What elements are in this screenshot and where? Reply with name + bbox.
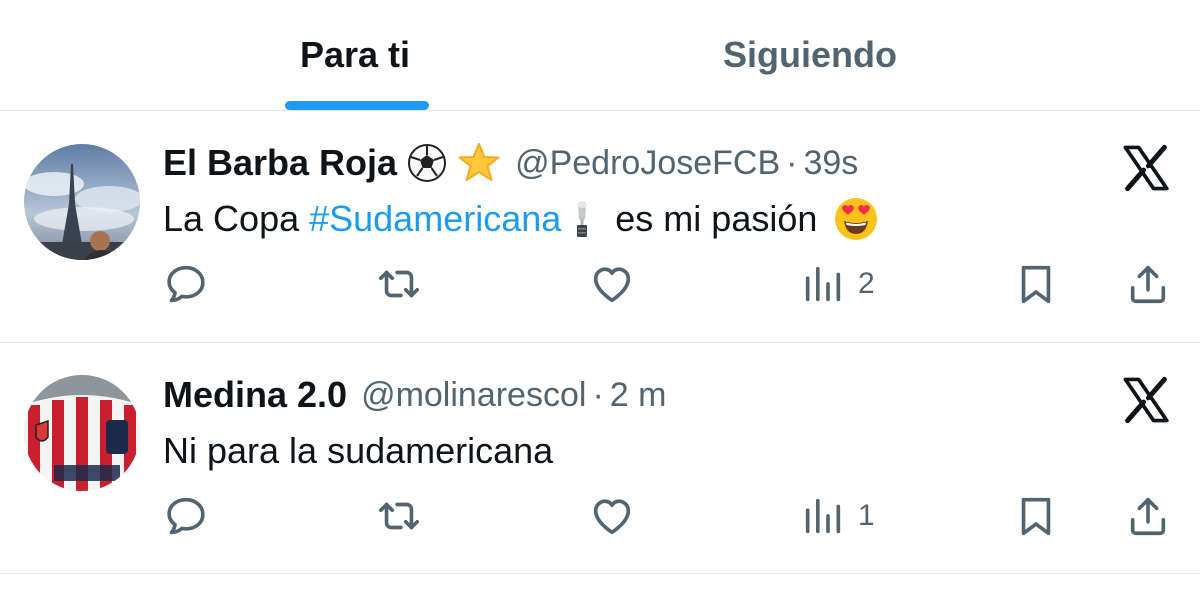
reply-icon	[163, 493, 209, 539]
tab-label: Siguiendo	[723, 34, 897, 75]
retweet-button[interactable]	[376, 256, 422, 312]
retweet-icon	[376, 493, 422, 539]
share-button[interactable]	[1125, 256, 1171, 312]
tweet-text: Ni para la sudamericana	[163, 425, 553, 477]
star-icon	[457, 142, 501, 184]
reply-button[interactable]	[163, 488, 209, 544]
bookmark-button[interactable]	[1013, 256, 1059, 312]
display-name[interactable]: Medina 2.0	[163, 374, 347, 416]
soccer-ball-icon	[407, 143, 447, 183]
reply-button[interactable]	[163, 256, 209, 312]
tweet[interactable]: El Barba Roja @PedroJoseFCB · 39s La Cop…	[0, 111, 1200, 343]
hashtag-link[interactable]: #Sudamericana	[309, 198, 561, 240]
views-icon	[800, 493, 846, 539]
share-icon	[1125, 493, 1171, 539]
text-segment: La Copa	[163, 198, 310, 239]
retweet-button[interactable]	[376, 488, 422, 544]
heart-eyes-emoji	[833, 196, 879, 242]
views-button[interactable]: 1	[800, 488, 875, 544]
timeline-tabs: Para ti Siguiendo	[0, 0, 1200, 111]
tweet-header: El Barba Roja @PedroJoseFCB · 39s	[163, 139, 858, 187]
tab-siguiendo[interactable]: Siguiendo	[690, 0, 930, 110]
bookmark-icon	[1013, 261, 1059, 307]
bookmark-icon	[1013, 493, 1059, 539]
views-icon	[800, 261, 846, 307]
retweet-icon	[376, 261, 422, 307]
tweet-actions: 2	[0, 256, 1200, 312]
user-handle[interactable]: @PedroJoseFCB	[515, 144, 780, 183]
tab-label: Para ti	[299, 34, 411, 75]
x-logo-icon[interactable]	[1120, 374, 1172, 426]
tweet-actions: 1	[0, 488, 1200, 544]
x-logo-icon[interactable]	[1120, 142, 1172, 194]
like-icon	[589, 261, 635, 307]
user-handle[interactable]: @molinarescol	[361, 376, 586, 415]
like-button[interactable]	[589, 256, 635, 312]
tweet-text: La Copa #Sudamericana es mi pasión	[163, 193, 879, 245]
views-count: 1	[858, 499, 875, 532]
trophy-icon	[569, 199, 595, 239]
timestamp[interactable]: 39s	[803, 144, 858, 183]
bookmark-button[interactable]	[1013, 488, 1059, 544]
reply-icon	[163, 261, 209, 307]
share-icon	[1125, 261, 1171, 307]
text-segment: es mi pasión	[605, 198, 818, 239]
avatar[interactable]	[24, 144, 140, 260]
views-button[interactable]: 2	[800, 256, 875, 312]
separator-dot: ·	[786, 143, 798, 182]
display-name[interactable]: El Barba Roja	[163, 142, 397, 184]
separator-dot: ·	[592, 375, 604, 414]
avatar[interactable]	[24, 375, 140, 491]
text-segment: Ni para la sudamericana	[163, 430, 554, 471]
tab-para-ti[interactable]: Para ti	[240, 0, 470, 110]
tab-active-indicator	[285, 101, 429, 110]
tweet-header: Medina 2.0 @molinarescol · 2 m	[163, 371, 666, 419]
views-count: 2	[858, 267, 875, 300]
like-button[interactable]	[589, 488, 635, 544]
share-button[interactable]	[1125, 488, 1171, 544]
like-icon	[589, 493, 635, 539]
timestamp[interactable]: 2 m	[610, 376, 667, 415]
tweet[interactable]: Medina 2.0 @molinarescol · 2 m Ni para l…	[0, 343, 1200, 574]
